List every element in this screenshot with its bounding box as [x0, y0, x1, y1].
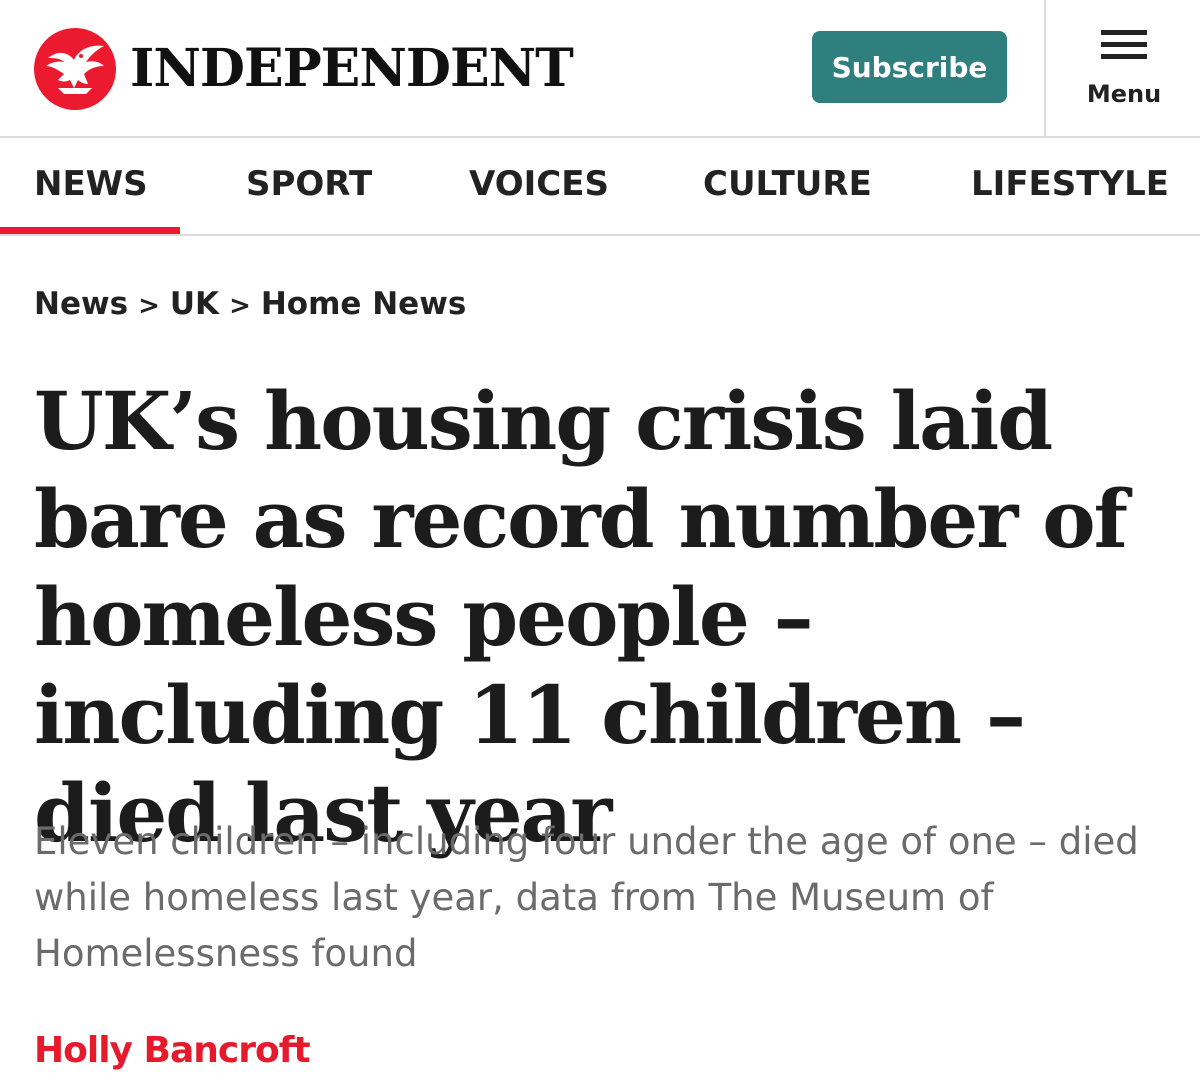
- breadcrumb-news[interactable]: News: [34, 286, 128, 322]
- header-divider: [1044, 0, 1046, 136]
- article-headline: UK’s housing crisis laid bare as record …: [34, 374, 1128, 860]
- author-link[interactable]: Holly Bancroft: [34, 1030, 311, 1071]
- nav-item-voices[interactable]: VOICES: [469, 164, 609, 204]
- menu-label: Menu: [1086, 80, 1162, 108]
- breadcrumb-separator: >: [138, 291, 160, 321]
- hamburger-menu-icon: [1101, 30, 1147, 59]
- nav-item-sport[interactable]: SPORT: [246, 164, 372, 204]
- nav-item-culture[interactable]: CULTURE: [703, 164, 872, 204]
- breadcrumb: News > UK > Home News: [34, 286, 466, 322]
- nav-active-indicator: [0, 227, 180, 234]
- section-nav: NEWS SPORT VOICES CULTURE LIFESTYLE: [0, 138, 1200, 236]
- nav-item-news[interactable]: NEWS: [34, 164, 148, 204]
- site-header: INDEPENDENT Subscribe Menu: [0, 0, 1200, 138]
- subscribe-button[interactable]: Subscribe: [812, 31, 1007, 103]
- breadcrumb-separator: >: [229, 291, 251, 321]
- breadcrumb-home-news[interactable]: Home News: [261, 286, 466, 322]
- nav-item-lifestyle[interactable]: LIFESTYLE: [971, 164, 1169, 204]
- breadcrumb-uk[interactable]: UK: [170, 286, 219, 322]
- article-standfirst: Eleven children – including four under t…: [34, 820, 1139, 975]
- logo-wordmark: INDEPENDENT: [130, 38, 574, 99]
- site-logo[interactable]: INDEPENDENT: [34, 28, 574, 110]
- menu-button[interactable]: Menu: [1048, 22, 1200, 122]
- eagle-logo-icon: [34, 28, 116, 110]
